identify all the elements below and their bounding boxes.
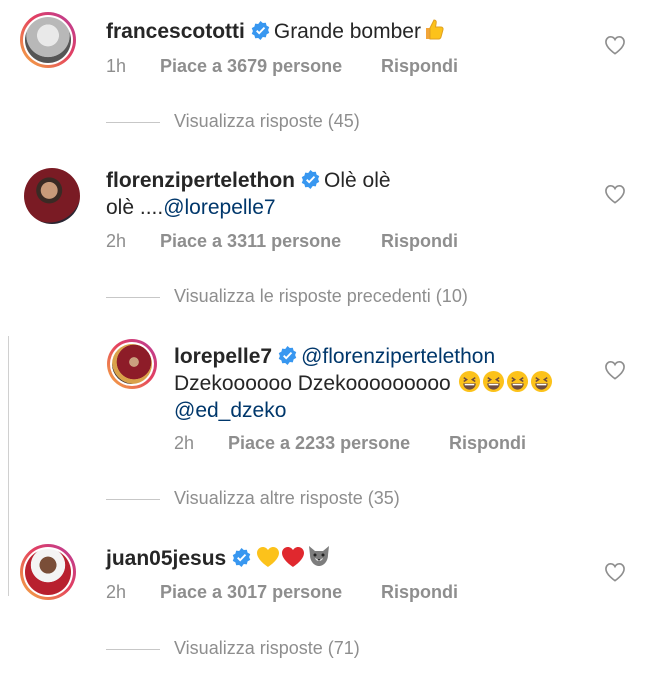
comment-time: 2h <box>106 231 127 251</box>
likes-count-link[interactable]: Piace a 3311 persone <box>160 231 341 252</box>
comment-username[interactable]: florenzipertelethon <box>106 169 295 192</box>
comment-username[interactable]: juan05jesus <box>106 547 226 570</box>
comment-text: florenzipertelethon Olè olè olè ....@lore… <box>106 167 436 221</box>
view-more-replies-button[interactable]: Visualizza altre risposte (35) <box>106 488 400 509</box>
like-heart-icon[interactable] <box>604 562 626 582</box>
divider-line <box>106 296 160 298</box>
likes-count-link[interactable]: Piace a 2233 persone <box>228 433 410 454</box>
comment-meta: 2h Piace a 2233 persone Rispondi <box>174 433 526 454</box>
likes-count-link[interactable]: Piace a 3017 persone <box>160 582 342 603</box>
view-replies-button[interactable]: Visualizza risposte (71) <box>106 638 360 659</box>
verified-badge-icon <box>301 170 320 189</box>
comment-body: Grande bomber <box>273 20 421 43</box>
reply-button[interactable]: Rispondi <box>381 56 458 77</box>
divider-line <box>106 498 160 500</box>
reply-button[interactable]: Rispondi <box>449 433 526 454</box>
like-heart-icon[interactable] <box>604 360 626 380</box>
view-replies-button[interactable]: Visualizza risposte (45) <box>106 111 360 132</box>
view-replies-label: Visualizza risposte (45) <box>174 111 360 131</box>
grinning-squinting-face-emoji-icon <box>458 370 480 393</box>
comment-meta: 2h Piace a 3311 persone Rispondi <box>106 231 458 252</box>
comment-time: 2h <box>106 582 127 602</box>
comment-body-line2: olè .... <box>106 196 164 219</box>
divider-line <box>106 648 160 650</box>
red-heart-emoji-icon <box>282 547 305 567</box>
comment-body: Olè olè <box>324 169 391 192</box>
avatar[interactable] <box>107 339 157 389</box>
mention-link[interactable]: @ed_dzeko <box>174 399 286 422</box>
avatar[interactable] <box>24 168 80 224</box>
comment-time: 2h <box>174 433 195 453</box>
grinning-squinting-face-emoji-icon <box>506 370 528 393</box>
comment-text: juan05jesus <box>106 544 332 572</box>
like-heart-icon[interactable] <box>604 35 626 55</box>
comment-username[interactable]: francescototti <box>106 20 245 43</box>
grinning-squinting-face-emoji-icon <box>530 370 552 393</box>
reply-button[interactable]: Rispondi <box>381 231 458 252</box>
comment-username[interactable]: lorepelle7 <box>174 345 272 368</box>
comment-text: francescototti Grande bomber <box>106 17 444 45</box>
wolf-face-emoji-icon <box>309 546 330 566</box>
view-replies-label: Visualizza le risposte precedenti (10) <box>174 286 468 306</box>
comment-text: lorepelle7 @florenzipertelethon Dzekooooo… <box>174 343 594 424</box>
yellow-heart-emoji-icon <box>257 547 280 567</box>
comment-body: Dzekoooooo Dzekooooooooo <box>174 372 451 395</box>
thumbs-up-emoji-icon <box>425 19 444 40</box>
reply-button[interactable]: Rispondi <box>381 582 458 603</box>
scrollbar-edge <box>0 336 9 596</box>
view-replies-label: Visualizza risposte (71) <box>174 638 360 658</box>
avatar[interactable] <box>20 12 76 68</box>
mention-link[interactable]: @lorepelle7 <box>163 196 275 219</box>
mention-link[interactable]: @florenzipertelethon <box>301 345 495 368</box>
likes-count-link[interactable]: Piace a 3679 persone <box>160 56 342 77</box>
verified-badge-icon <box>278 346 297 365</box>
like-heart-icon[interactable] <box>604 184 626 204</box>
comment-meta: 2h Piace a 3017 persone Rispondi <box>106 582 458 603</box>
view-previous-replies-button[interactable]: Visualizza le risposte precedenti (10) <box>106 286 468 307</box>
comment-meta: 1h Piace a 3679 persone Rispondi <box>106 56 458 77</box>
laughing-emojis <box>457 370 553 395</box>
view-replies-label: Visualizza altre risposte (35) <box>174 488 400 508</box>
verified-badge-icon <box>251 21 270 40</box>
comment-time: 1h <box>106 56 127 76</box>
verified-badge-icon <box>232 548 251 567</box>
heart-emojis <box>255 546 332 570</box>
grinning-squinting-face-emoji-icon <box>482 370 504 393</box>
divider-line <box>106 121 160 123</box>
avatar[interactable] <box>20 544 76 600</box>
